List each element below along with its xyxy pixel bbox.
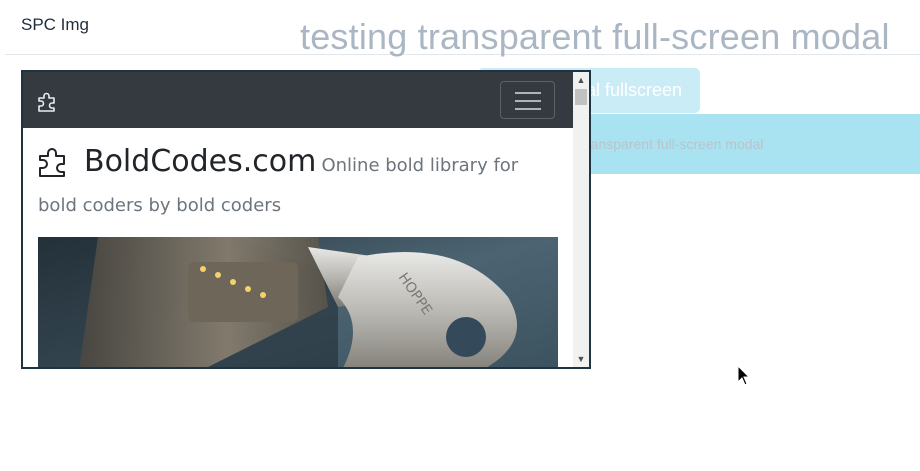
- modal-navbar: [23, 72, 573, 128]
- site-header: BoldCodes.com Online bold library for bo…: [38, 142, 558, 226]
- puzzle-piece-icon: [39, 148, 65, 177]
- open-modal-button-label: al fullscreen: [585, 80, 682, 100]
- fullscreen-modal: BoldCodes.com Online bold library for bo…: [21, 70, 591, 369]
- brand-link[interactable]: SPC Img: [21, 15, 89, 35]
- hamburger-line: [515, 100, 541, 102]
- info-alert-text: ransparent full-screen modal: [586, 136, 764, 152]
- scroll-thumb[interactable]: [575, 89, 587, 105]
- navbar-toggler-button[interactable]: [500, 81, 555, 119]
- modal-scrollbar[interactable]: ▲ ▼: [573, 72, 589, 367]
- hero-image: HOPPE: [38, 237, 558, 367]
- scroll-down-arrow-icon[interactable]: ▼: [573, 351, 589, 367]
- scroll-up-arrow-icon[interactable]: ▲: [573, 72, 589, 88]
- site-name: BoldCodes.com: [84, 144, 317, 179]
- hamburger-menu-icon: [515, 92, 541, 94]
- puzzle-piece-icon[interactable]: [37, 90, 61, 112]
- hamburger-line: [515, 108, 541, 110]
- mouse-cursor-icon: [737, 365, 751, 386]
- page-title: testing transparent full-screen modal: [300, 16, 890, 57]
